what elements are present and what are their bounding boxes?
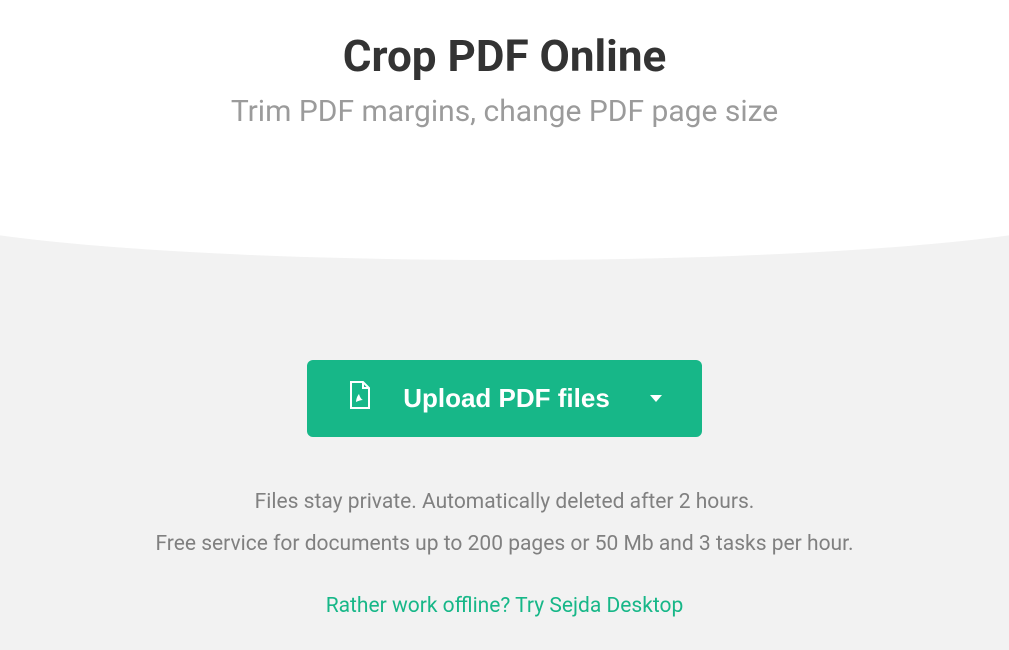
offline-desktop-link[interactable]: Try Sejda Desktop: [515, 594, 683, 618]
file-pdf-icon: [347, 380, 371, 417]
info-text-limits: Free service for documents up to 200 pag…: [0, 527, 1009, 563]
offline-prefix: Rather work offline?: [326, 594, 515, 618]
upload-button-label: Upload PDF files: [403, 383, 610, 414]
content-section: Upload PDF files Files stay private. Aut…: [0, 220, 1009, 618]
chevron-down-icon: [650, 395, 662, 402]
header-section: Crop PDF Online Trim PDF margins, change…: [0, 0, 1009, 220]
page-subtitle: Trim PDF margins, change PDF page size: [0, 94, 1009, 129]
upload-pdf-button[interactable]: Upload PDF files: [307, 360, 702, 437]
offline-prompt: Rather work offline? Try Sejda Desktop: [0, 594, 1009, 618]
page-title: Crop PDF Online: [0, 30, 1009, 82]
info-text-privacy: Files stay private. Automatically delete…: [0, 485, 1009, 521]
